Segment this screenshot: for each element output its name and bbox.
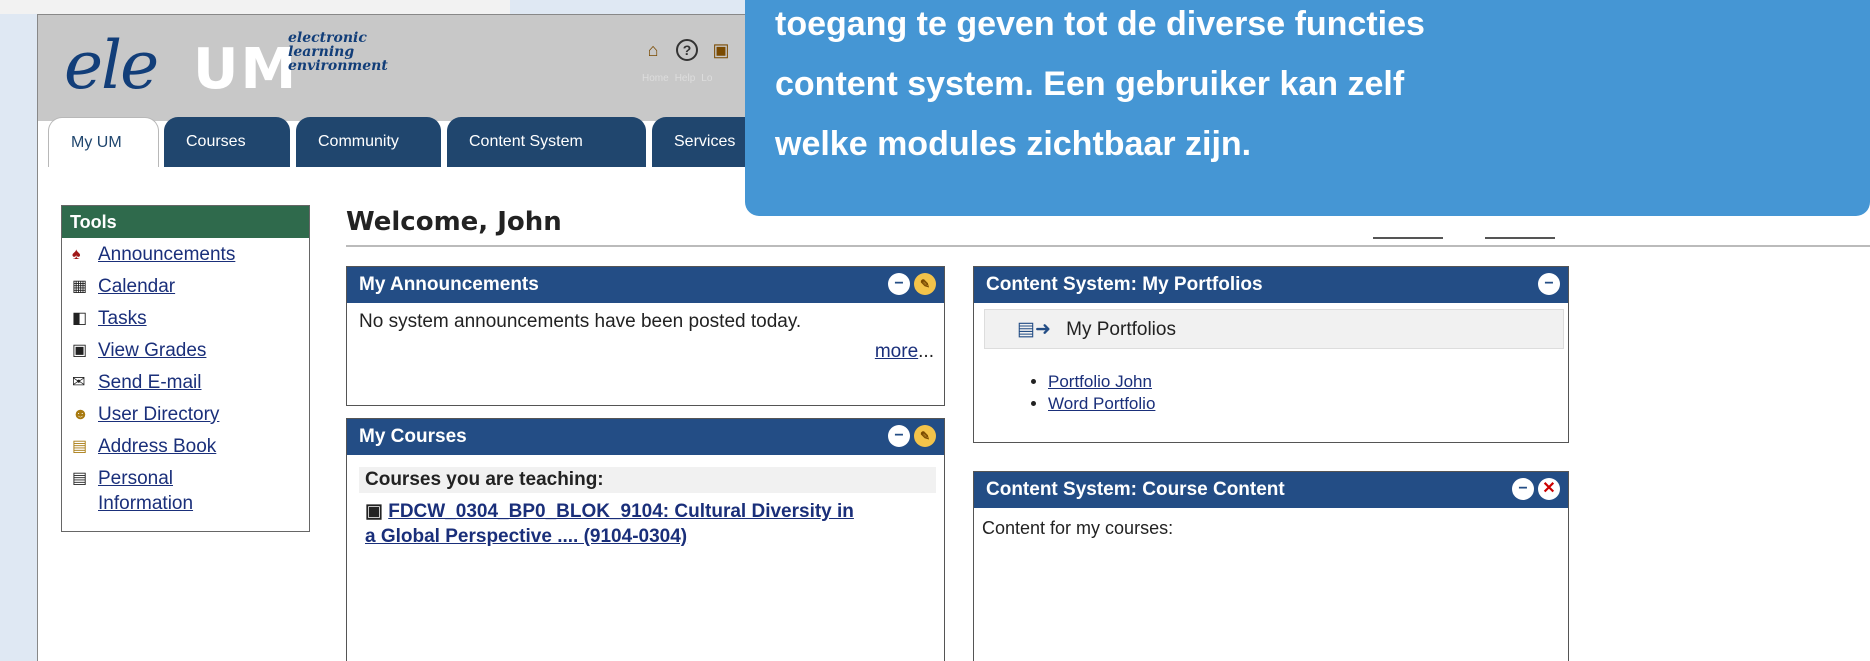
minimize-icon[interactable]: −	[1538, 273, 1560, 295]
home-icon[interactable]: ⌂	[642, 39, 664, 61]
tasks-icon: ◧	[72, 310, 88, 327]
announcements-link[interactable]: Announcements	[98, 242, 235, 267]
portfolio-list: Portfolio John Word Portfolio	[1048, 371, 1568, 415]
portfolios-title: Content System: My Portfolios	[986, 274, 1263, 295]
portfolio-item[interactable]: Word Portfolio	[1048, 393, 1568, 415]
header-icons: ⌂ ? ▣	[642, 39, 732, 61]
logout-label[interactable]: Lo	[701, 73, 712, 84]
portfolios-header: Content System: My Portfolios −	[974, 267, 1568, 303]
portfolio-item[interactable]: Portfolio John	[1048, 371, 1568, 393]
megaphone-icon: ♠	[72, 246, 81, 263]
tool-item-user-directory[interactable]: ☻ User Directory	[72, 402, 303, 427]
portfolio-icon: ▤➜	[1017, 319, 1051, 340]
logo-subtitle: electronic learning environment	[288, 30, 388, 74]
tools-list: ♠ Announcements ▦ Calendar ◧ Tasks ▣ View Gr…	[62, 238, 309, 531]
callout-line-2: content system. Een gebruiker kan zelf	[775, 65, 1405, 103]
tool-item-personal-info[interactable]: ▤ Personal Information	[72, 466, 303, 516]
my-courses-box: My Courses − ✎ Courses you are teaching: …	[346, 418, 945, 661]
instruction-callout: toegang te geven tot de diverse functies…	[745, 0, 1870, 216]
edit-icon[interactable]: ✎	[914, 425, 936, 447]
main-tabs: My UM Courses Community Content System S…	[48, 117, 788, 167]
top-band	[0, 0, 510, 14]
course-content-header: Content System: Course Content − ✕	[974, 472, 1568, 508]
logo-ele: ele	[64, 27, 159, 104]
calendar-link[interactable]: Calendar	[98, 274, 175, 299]
word-portfolio-link[interactable]: Word Portfolio	[1048, 394, 1155, 413]
grades-icon: ▣	[72, 342, 88, 359]
tab-my-um[interactable]: My UM	[48, 117, 159, 167]
logo-um: UM	[193, 37, 299, 102]
header-icon-labels: Home Help Lo	[642, 73, 712, 84]
tool-item-address-book[interactable]: ▤ Address Book	[72, 434, 303, 459]
minimize-icon[interactable]: −	[1512, 478, 1534, 500]
teaching-heading: Courses you are teaching:	[359, 467, 936, 493]
personal-information-link[interactable]: Personal Information	[98, 466, 193, 516]
course-content-box: Content System: Course Content − ✕ Conten…	[973, 471, 1569, 661]
announcements-title: My Announcements	[359, 274, 539, 295]
course-content-text: Content for my courses:	[982, 518, 1174, 538]
tools-title: Tools	[62, 206, 309, 238]
course-link[interactable]: FDCW_0304_BP0_BLOK_9104: Cultural Divers…	[365, 501, 854, 547]
courses-header: My Courses − ✎	[347, 419, 944, 455]
my-portfolios-heading: ▤➜ My Portfolios	[984, 309, 1564, 349]
callout-line-3: welke modules zichtbaar zijn.	[775, 125, 1252, 163]
tool-item-tasks[interactable]: ◧ Tasks	[72, 306, 303, 331]
help-label[interactable]: Help	[675, 73, 696, 84]
tasks-link[interactable]: Tasks	[98, 306, 147, 331]
course-icon: ▣	[365, 501, 389, 522]
logout-icon[interactable]: ▣	[710, 39, 732, 61]
tool-item-announcements[interactable]: ♠ Announcements	[72, 242, 303, 267]
portfolios-box: Content System: My Portfolios − ▤➜ My Po…	[973, 266, 1569, 443]
decor-line-1	[1373, 237, 1443, 241]
title-divider	[346, 245, 1870, 247]
minimize-icon[interactable]: −	[888, 273, 910, 295]
announcements-text: No system announcements have been posted…	[359, 311, 802, 332]
portfolio-john-link[interactable]: Portfolio John	[1048, 372, 1152, 391]
callout-line-1: toegang te geven tot de diverse functies	[775, 5, 1425, 43]
users-icon: ☻	[72, 406, 89, 423]
edit-icon[interactable]: ✎	[914, 273, 936, 295]
announcements-box: My Announcements − ✎ No system announceme…	[346, 266, 945, 406]
send-email-link[interactable]: Send E-mail	[98, 370, 202, 395]
address-book-icon: ▤	[72, 438, 88, 455]
decor-line-2	[1485, 237, 1555, 241]
tool-item-calendar[interactable]: ▦ Calendar	[72, 274, 303, 299]
more-link[interactable]: more	[875, 341, 918, 362]
address-book-link[interactable]: Address Book	[98, 434, 216, 459]
course-entry: ▣ FDCW_0304_BP0_BLOK_9104: Cultural Dive…	[359, 497, 936, 551]
course-content-title: Content System: Course Content	[986, 479, 1285, 500]
tools-panel: Tools ♠ Announcements ▦ Calendar ◧ Tasks ▣ V…	[61, 205, 310, 532]
tool-item-email[interactable]: ✉ Send E-mail	[72, 370, 303, 395]
id-card-icon: ▤	[72, 470, 88, 487]
user-directory-link[interactable]: User Directory	[98, 402, 219, 427]
tab-community[interactable]: Community	[296, 117, 441, 167]
home-label[interactable]: Home	[642, 73, 669, 84]
more-row: more...	[874, 341, 934, 362]
mail-icon: ✉	[72, 374, 86, 391]
announcements-header: My Announcements − ✎	[347, 267, 944, 303]
tool-item-grades[interactable]: ▣ View Grades	[72, 338, 303, 363]
courses-title: My Courses	[359, 426, 467, 447]
tab-courses[interactable]: Courses	[164, 117, 290, 167]
calendar-icon: ▦	[72, 278, 88, 295]
view-grades-link[interactable]: View Grades	[98, 338, 206, 363]
page-title: Welcome, John	[346, 207, 562, 237]
minimize-icon[interactable]: −	[888, 425, 910, 447]
help-icon[interactable]: ?	[676, 39, 698, 61]
close-icon[interactable]: ✕	[1538, 478, 1560, 500]
tab-content-system[interactable]: Content System	[447, 117, 646, 167]
